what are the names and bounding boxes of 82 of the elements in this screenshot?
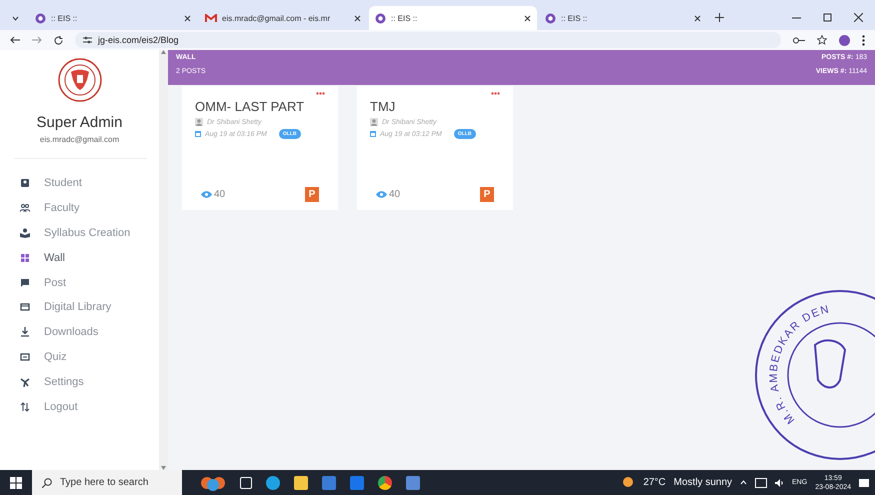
nav-label: Syllabus Creation xyxy=(44,226,130,239)
tab-title: :: EIS :: xyxy=(51,14,78,22)
site-logo-icon xyxy=(375,12,386,24)
user-email: eis.mradc@gmail.com xyxy=(38,135,120,144)
post-title: OMM- LAST PART xyxy=(195,99,306,114)
tab-title: eis.mradc@gmail.com - eis.mr xyxy=(222,14,332,22)
new-tab-icon[interactable] xyxy=(715,13,724,22)
more-icon[interactable] xyxy=(316,92,325,95)
chevron-down-icon[interactable] xyxy=(12,16,19,21)
browser-tab[interactable]: :: EIS :: xyxy=(539,6,707,30)
tab-title: :: EIS :: xyxy=(391,14,418,22)
close-icon[interactable] xyxy=(854,13,863,22)
nav-label: Wall xyxy=(44,252,65,264)
nav-item[interactable]: Settings xyxy=(0,369,159,394)
user-icon xyxy=(195,118,203,126)
nav-item[interactable]: Wall xyxy=(0,245,159,270)
post-type-badge: P xyxy=(480,187,494,202)
nav-item[interactable]: Faculty xyxy=(0,196,159,221)
nav-item[interactable]: Student xyxy=(0,171,159,196)
calendar-icon xyxy=(195,131,201,137)
nav-label: Student xyxy=(44,177,82,190)
nav-item[interactable]: Quiz xyxy=(0,344,159,370)
close-icon[interactable] xyxy=(694,14,701,22)
nav-label: Digital Library xyxy=(44,301,112,314)
window-icon xyxy=(20,302,30,312)
nav-label: Faculty xyxy=(44,202,80,214)
profile-avatar[interactable] xyxy=(839,34,850,46)
forward-icon[interactable] xyxy=(32,36,42,44)
grid-icon xyxy=(20,252,30,263)
more-icon[interactable] xyxy=(491,92,500,95)
temperature: 27°C xyxy=(643,477,666,488)
back-icon[interactable] xyxy=(10,36,20,44)
swap-icon xyxy=(20,402,30,412)
nav-label: Logout xyxy=(44,400,78,413)
start-icon[interactable] xyxy=(10,476,22,488)
close-icon[interactable] xyxy=(184,14,191,22)
user-name: Super Admin xyxy=(36,114,124,131)
address-field[interactable]: jg-eis.com/eis2/Blog xyxy=(75,32,781,48)
scrollbar[interactable] xyxy=(159,50,168,470)
task-view-icon[interactable] xyxy=(240,476,252,488)
eye-icon xyxy=(376,191,387,198)
id-card-icon xyxy=(20,178,30,188)
reader-icon xyxy=(20,228,30,238)
nav-item[interactable]: Logout xyxy=(0,394,159,419)
site-settings-icon xyxy=(83,36,92,44)
nav-item[interactable]: Downloads xyxy=(0,320,159,345)
eye-icon xyxy=(201,191,212,198)
nav-item[interactable]: Digital Library xyxy=(0,294,159,320)
card-icon xyxy=(20,352,30,362)
post-type-badge: P xyxy=(305,187,319,202)
view-count: 40 xyxy=(214,189,226,200)
menu-icon[interactable] xyxy=(862,34,865,46)
site-logo-icon xyxy=(35,12,46,24)
nav-label: Quiz xyxy=(44,350,67,363)
nav-label: Post xyxy=(44,276,66,289)
college-logo xyxy=(58,58,102,102)
weather-text: Mostly sunny xyxy=(674,477,732,488)
key-icon[interactable] xyxy=(793,36,805,44)
chevron-up-icon[interactable] xyxy=(740,480,748,485)
speaker-icon[interactable] xyxy=(775,478,784,486)
browser-tab[interactable]: :: EIS :: xyxy=(29,6,197,30)
close-icon[interactable] xyxy=(354,14,361,22)
star-icon[interactable] xyxy=(817,35,827,45)
reload-icon[interactable] xyxy=(54,36,63,44)
download-icon xyxy=(20,327,30,338)
search-icon xyxy=(42,478,52,488)
nav-label: Downloads xyxy=(44,326,98,338)
tab-title: :: EIS :: xyxy=(561,14,588,22)
calendar-icon xyxy=(370,131,376,137)
restore-icon[interactable] xyxy=(823,13,832,22)
nav-label: Settings xyxy=(44,376,84,388)
chat-icon xyxy=(20,278,30,288)
view-count: 40 xyxy=(389,189,400,200)
search-field[interactable]: Type here to search xyxy=(32,470,182,495)
browser-tab[interactable]: :: EIS :: xyxy=(369,6,537,30)
site-logo-icon xyxy=(545,12,556,24)
post-title: TMJ xyxy=(370,99,396,114)
nav-item[interactable]: Syllabus Creation xyxy=(0,220,159,246)
close-icon[interactable] xyxy=(524,14,531,22)
user-icon xyxy=(370,118,378,126)
nav-item[interactable]: Post xyxy=(0,270,159,295)
browser-tab[interactable]: eis.mradc@gmail.com - eis.mr xyxy=(199,6,367,30)
